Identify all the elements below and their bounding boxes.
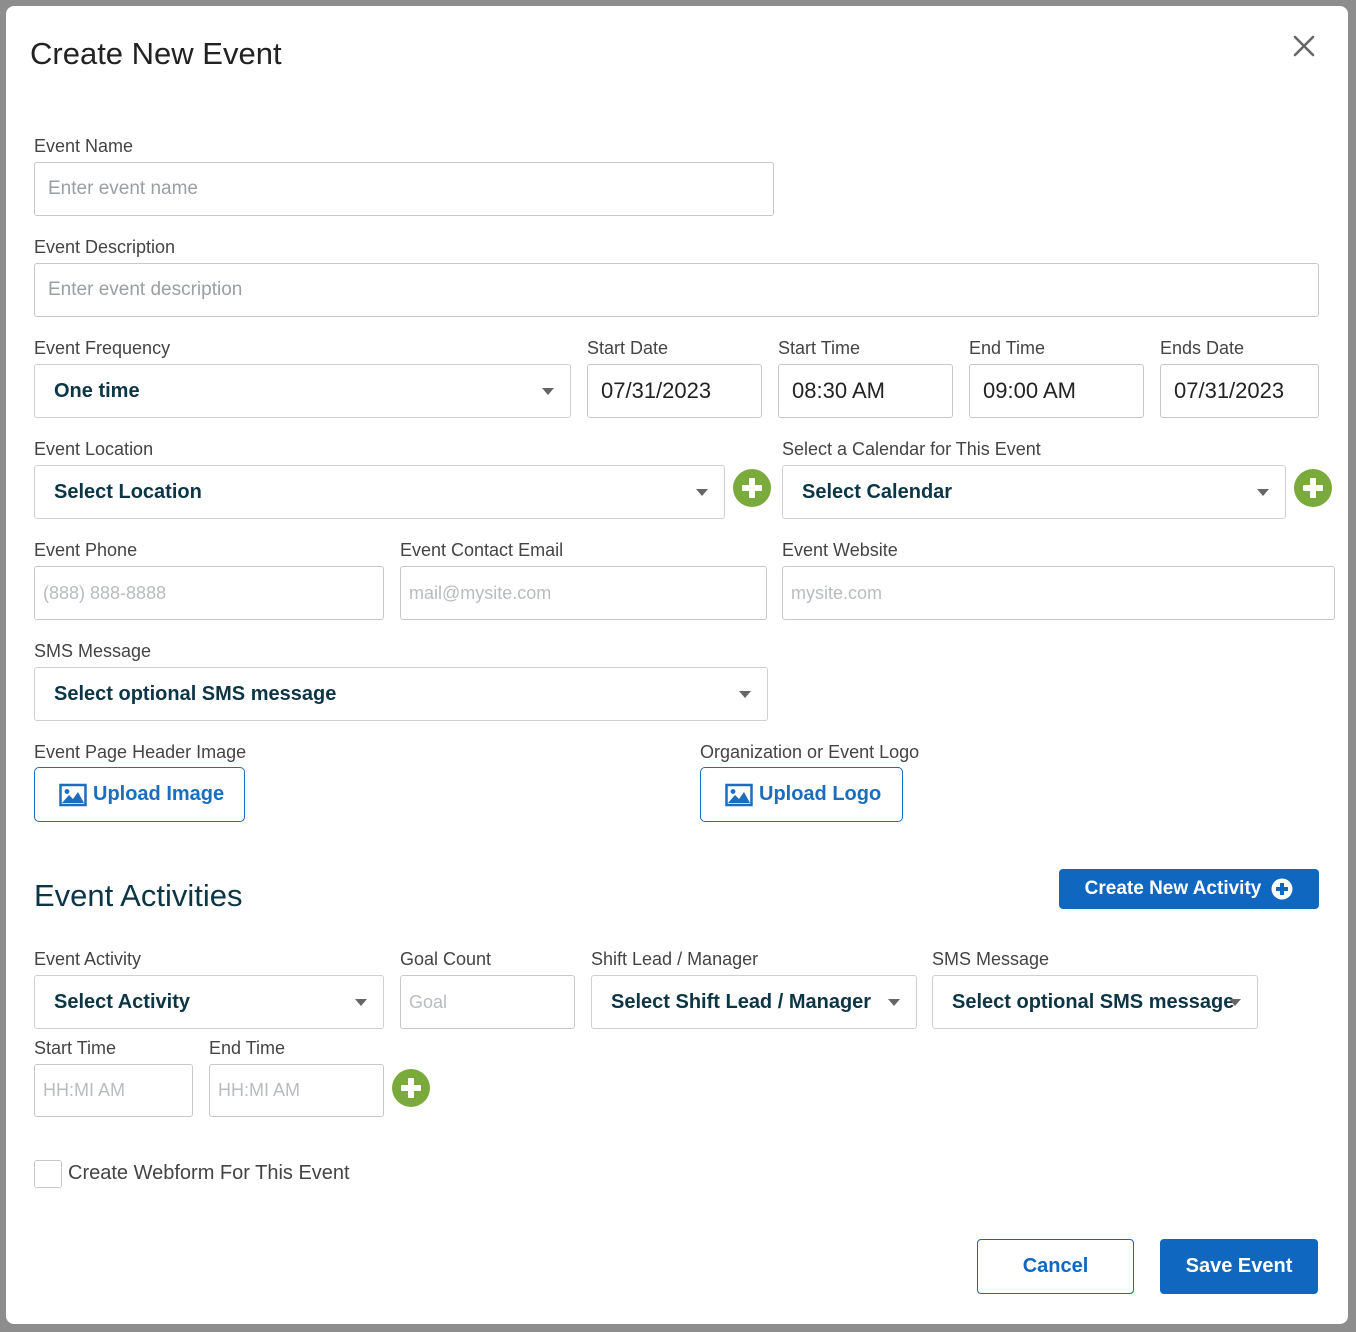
header-image-label: Event Page Header Image [34,742,247,762]
event-frequency-select[interactable]: One time [34,364,571,418]
chevron-down-icon [696,489,708,496]
chevron-down-icon [542,388,554,395]
shift-lead-select[interactable]: Select Shift Lead / Manager [591,975,917,1029]
event-frequency-value: One time [54,379,140,402]
event-name-input[interactable]: Enter event name [34,162,774,216]
create-new-activity-button[interactable]: Create New Activity [1059,869,1319,909]
calendar-label: Select a Calendar for This Event [782,439,1041,459]
cancel-button[interactable]: Cancel [977,1239,1134,1294]
activity-end-time-label: End Time [209,1038,286,1058]
upload-logo-label: Upload Logo [759,783,882,805]
start-time-input[interactable]: 08:30 AM [778,364,953,418]
image-icon [725,783,753,806]
chevron-down-icon [1257,489,1269,496]
activity-sms-select[interactable]: Select optional SMS message [932,975,1258,1029]
event-phone-label: Event Phone [34,540,138,560]
event-activity-select[interactable]: Select Activity [34,975,384,1029]
webform-label: Create Webform For This Event [68,1162,350,1184]
logo-label: Organization or Event Logo [700,742,920,762]
event-activity-label: Event Activity [34,949,142,969]
sms-message-value: Select optional SMS message [54,682,337,705]
activity-end-time-input[interactable]: HH:MI AM [209,1064,384,1117]
save-event-label: Save Event [1185,1255,1293,1277]
sms-message-select[interactable]: Select optional SMS message [34,667,768,721]
shift-lead-value: Select Shift Lead / Manager [611,990,872,1013]
start-date-label: Start Date [587,338,669,358]
ends-date-input[interactable]: 07/31/2023 [1160,364,1319,418]
activity-sms-value: Select optional SMS message [952,990,1235,1013]
start-time-label: Start Time [778,338,861,358]
save-event-button[interactable]: Save Event [1160,1239,1318,1294]
event-name-label: Event Name [34,136,134,156]
event-activity-value: Select Activity [54,990,190,1013]
cancel-label: Cancel [1022,1255,1089,1277]
upload-image-label: Upload Image [93,783,225,805]
event-location-label: Event Location [34,439,154,459]
start-date-input[interactable]: 07/31/2023 [587,364,762,418]
upload-image-button[interactable]: Upload Image [34,767,245,822]
close-icon[interactable] [1290,32,1318,60]
calendar-value: Select Calendar [802,480,953,503]
plus-circle-icon [1271,878,1293,900]
chevron-down-icon [355,999,367,1006]
chevron-down-icon [888,999,900,1006]
add-calendar-icon[interactable] [1294,469,1332,507]
ends-date-label: Ends Date [1160,338,1245,358]
event-email-input[interactable]: mail@mysite.com [400,566,767,620]
chevron-down-icon [739,691,751,698]
image-icon [59,783,87,806]
goal-count-input[interactable]: Goal [400,975,575,1029]
add-location-icon[interactable] [733,469,771,507]
event-frequency-label: Event Frequency [34,338,171,358]
event-email-label: Event Contact Email [400,540,564,560]
end-time-input[interactable]: 09:00 AM [969,364,1144,418]
activity-start-time-input[interactable]: HH:MI AM [34,1064,193,1117]
chevron-down-icon [1229,999,1241,1006]
goal-count-label: Goal Count [400,949,492,969]
activity-sms-label: SMS Message [932,949,1050,969]
event-description-label: Event Description [34,237,176,257]
webform-checkbox[interactable] [34,1160,62,1188]
create-new-activity-label: Create New Activity [1084,878,1262,899]
event-location-select[interactable]: Select Location [34,465,725,519]
sms-message-label: SMS Message [34,641,152,661]
event-website-label: Event Website [782,540,898,560]
event-website-input[interactable]: mysite.com [782,566,1335,620]
modal-title: Create New Event [30,36,282,71]
event-description-input[interactable]: Enter event description [34,263,1319,317]
event-activities-title: Event Activities [34,878,243,913]
shift-lead-label: Shift Lead / Manager [591,949,759,969]
upload-logo-button[interactable]: Upload Logo [700,767,903,822]
create-event-modal: Create New Event Event Name Enter event … [6,6,1348,1324]
event-phone-input[interactable]: (888) 888-8888 [34,566,384,620]
end-time-label: End Time [969,338,1046,358]
event-location-value: Select Location [54,480,202,503]
add-activity-icon[interactable] [392,1069,430,1107]
activity-start-time-label: Start Time [34,1038,117,1058]
calendar-select[interactable]: Select Calendar [782,465,1286,519]
